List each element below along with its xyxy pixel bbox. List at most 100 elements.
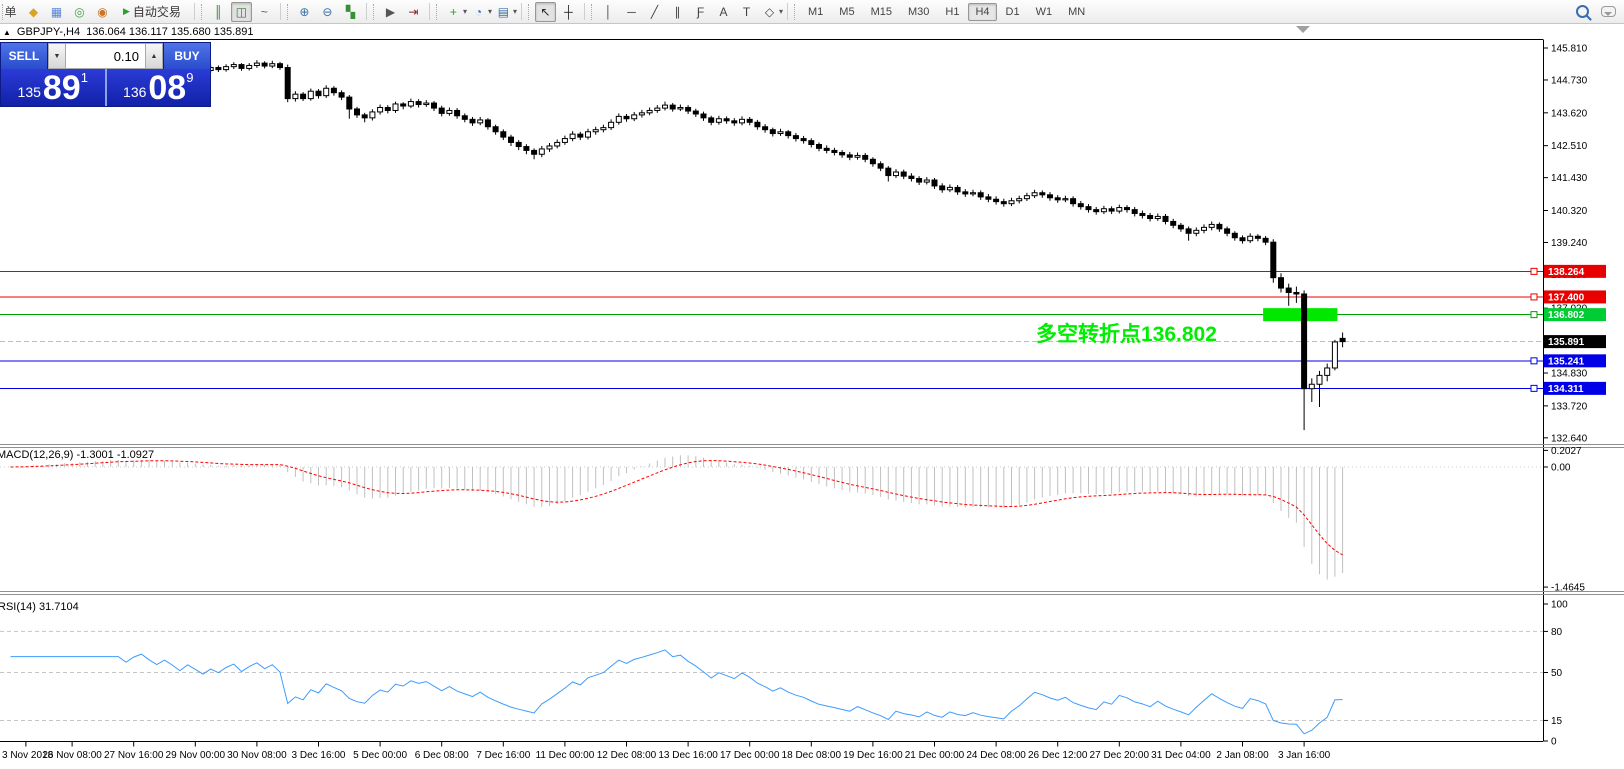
buy-button[interactable]: BUY <box>164 43 210 69</box>
y-axis-tick: 143.620 <box>1551 108 1588 119</box>
indicators-icon[interactable]: + <box>443 2 464 22</box>
toolbar-grip <box>794 3 797 20</box>
toolbar-grip <box>372 3 376 20</box>
trendline-icon[interactable]: ╱ <box>644 2 665 22</box>
equidistant-channel-icon[interactable]: ∥ <box>667 2 688 22</box>
x-axis-label: 6 Dec 08:00 <box>415 750 469 761</box>
timeframe-button-h1[interactable]: H1 <box>938 3 966 21</box>
zoom-in-icon[interactable]: ⊕ <box>294 2 315 22</box>
timeframe-button-m30[interactable]: M30 <box>901 3 936 21</box>
tile-windows-icon[interactable]: ▚ <box>340 2 361 22</box>
level-end-marker <box>1530 384 1538 392</box>
indicators-icon-dropdown[interactable]: ▾ <box>463 7 467 16</box>
arrows-icon[interactable]: ◇ <box>759 2 780 22</box>
y-axis-tick: 132.640 <box>1551 433 1588 444</box>
price-badge-label: 135.241 <box>1548 356 1585 367</box>
level-end-marker <box>1530 293 1538 301</box>
buy-price-prefix: 136 <box>123 84 147 100</box>
lot-increase-button[interactable]: ▲ <box>145 43 163 69</box>
chat-icon[interactable] <box>1601 6 1616 17</box>
price-badge-label: 136.802 <box>1548 310 1585 321</box>
rsi-scale-tick: 100 <box>1551 600 1568 611</box>
label-icon[interactable]: T <box>736 2 757 22</box>
toolbar: 单 ◆ ▦ ◎ ◉ ▶ 自动交易 ║ ◫ ~ ⊕ ⊖ ▚ ▶ ⇥ + ▾ ◔ ▾ ▤ ▾ ↖ ┼ │ ─ ╱ ∥ Ƒ A T ◇ ▾ M1 M5 M… <box>0 0 1624 24</box>
x-axis-label: 17 Dec 00:00 <box>720 750 780 761</box>
toolbar-grip <box>590 3 594 20</box>
vertical-line-icon[interactable]: │ <box>598 2 619 22</box>
toolbar-grip <box>435 3 439 20</box>
chart-canvas[interactable]: 145.810 144.730 143.620 142.510 141.430 140.3… <box>0 0 1624 769</box>
lot-decrease-button[interactable]: ▼ <box>48 43 66 69</box>
x-axis-label: 26 Dec 12:00 <box>1028 750 1088 761</box>
auto-scroll-icon[interactable]: ▶ <box>380 2 401 22</box>
x-axis-label: 27 Dec 20:00 <box>1090 750 1150 761</box>
autotrading-label: 自动交易 <box>132 5 181 19</box>
rsi-scale-tick: 15 <box>1551 716 1563 727</box>
x-axis-label: 19 Dec 16:00 <box>843 750 903 761</box>
candlestick-chart-icon[interactable]: ◫ <box>230 1 252 22</box>
line-chart-icon[interactable]: ~ <box>254 2 275 22</box>
y-axis-tick: 134.830 <box>1551 369 1588 380</box>
x-axis-label: 3 Jan 16:00 <box>1278 750 1331 761</box>
autotrading-button[interactable]: ▶ 自动交易 <box>116 1 188 22</box>
y-axis-tick: 145.810 <box>1551 44 1588 55</box>
one-click-trading-panel: SELL ▼ 0.10 ▲ BUY 135 89 1 136 08 9 <box>0 42 211 107</box>
y-axis-tick: 133.720 <box>1551 401 1588 412</box>
text-icon[interactable]: A <box>713 2 734 22</box>
new-order-icon[interactable]: ◆ <box>23 2 44 22</box>
timeframe-button-mn[interactable]: MN <box>1061 3 1092 21</box>
y-axis-tick: 141.430 <box>1551 173 1588 184</box>
bar-chart-icon[interactable]: ║ <box>208 2 229 22</box>
level-end-marker <box>1530 311 1538 319</box>
search-icon[interactable] <box>1576 5 1589 18</box>
x-axis-label: 12 Dec 08:00 <box>597 750 657 761</box>
signals-icon[interactable]: ◎ <box>69 2 90 22</box>
symbol-period-label: GBPJPY-,H4 <box>16 26 81 38</box>
cursor-icon[interactable]: ↖ <box>534 1 556 22</box>
fibonacci-icon[interactable]: Ƒ <box>690 2 711 22</box>
macd-series <box>10 455 1344 580</box>
macd-indicator-label: MACD(12,26,9) -1.3001 -1.0927 <box>0 449 155 461</box>
market-watch-icon[interactable]: ▦ <box>46 2 67 22</box>
chart-shift-icon[interactable]: ⇥ <box>403 2 424 22</box>
timeframe-button-m1[interactable]: M1 <box>801 3 830 21</box>
templates-icon-dropdown[interactable]: ▾ <box>513 7 517 16</box>
zoom-out-icon[interactable]: ⊖ <box>317 2 338 22</box>
rsi-scale-tick: 80 <box>1551 627 1563 638</box>
sell-price-prefix: 135 <box>17 84 41 100</box>
toolbar-separator <box>365 3 367 20</box>
x-axis-label: 24 Dec 08:00 <box>966 750 1026 761</box>
toolbar-separator <box>583 3 585 20</box>
timeframe-button-w1[interactable]: W1 <box>1029 3 1060 21</box>
market-icon[interactable]: ◉ <box>92 2 113 22</box>
crosshair-icon[interactable]: ┼ <box>558 2 579 22</box>
toolbar-grip <box>527 3 531 20</box>
rsi-series <box>10 649 1343 735</box>
templates-icon[interactable]: ▤ <box>493 2 514 22</box>
timeframe-button-m5[interactable]: M5 <box>832 3 861 21</box>
buy-price-display[interactable]: 136 08 9 <box>106 69 210 106</box>
x-axis-label: 2 Jan 08:00 <box>1216 750 1269 761</box>
periods-icon[interactable]: ◔ <box>468 2 489 22</box>
periods-icon-dropdown[interactable]: ▾ <box>488 7 492 16</box>
price-badge-label: 134.311 <box>1548 384 1584 395</box>
timeframe-button-h4[interactable]: H4 <box>968 2 997 21</box>
arrows-icon-dropdown[interactable]: ▾ <box>779 7 783 16</box>
timeframe-button-d1[interactable]: D1 <box>999 3 1027 21</box>
y-axis-tick: 144.730 <box>1551 75 1588 86</box>
sell-price-display[interactable]: 135 89 1 <box>1 69 107 106</box>
plot-borders <box>0 26 1624 742</box>
x-axis-label: 7 Dec 16:00 <box>476 750 530 761</box>
x-axis-label: 13 Dec 16:00 <box>658 750 718 761</box>
horizontal-line-icon[interactable]: ─ <box>621 2 642 22</box>
order-partial-icon[interactable]: 单 <box>0 2 21 22</box>
lot-size-input[interactable]: 0.10 <box>66 43 145 69</box>
timeframe-button-m15[interactable]: M15 <box>864 3 899 21</box>
pivot-annotation-text: 多空转折点136.802 <box>1036 323 1217 346</box>
sell-price-big: 89 <box>42 69 81 107</box>
toolbar-separator <box>193 3 195 20</box>
x-axis-label: 27 Nov 16:00 <box>104 750 164 761</box>
x-axis-label: 29 Nov 00:00 <box>166 750 226 761</box>
sell-price-pip: 1 <box>80 70 88 85</box>
sell-button[interactable]: SELL <box>1 43 47 69</box>
